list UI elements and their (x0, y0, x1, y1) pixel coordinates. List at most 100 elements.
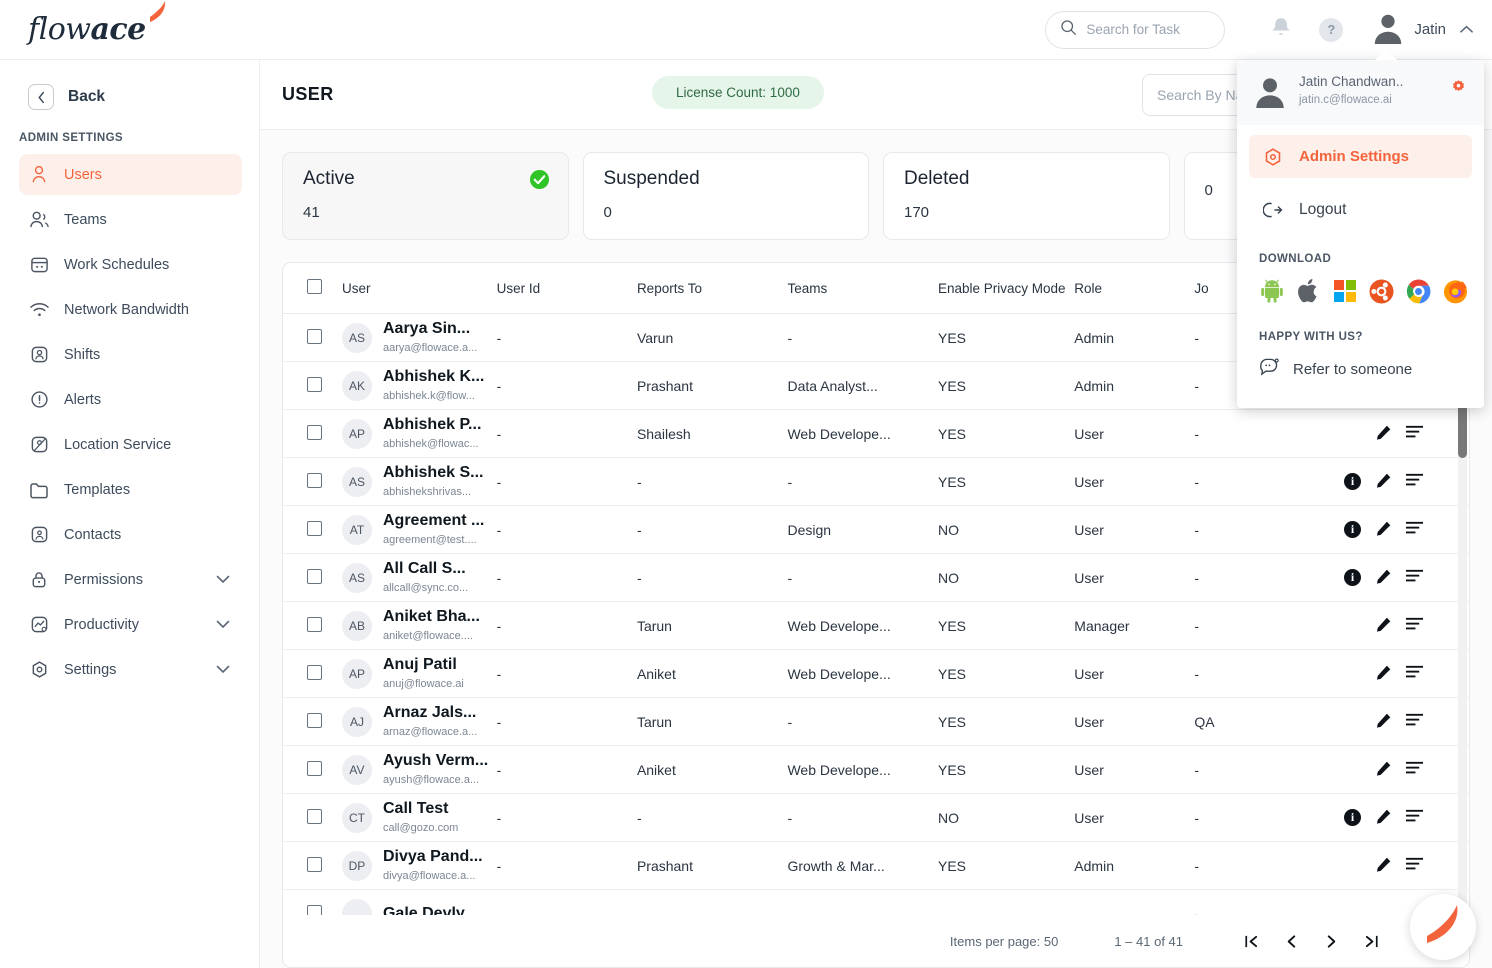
info-icon[interactable]: i (1344, 809, 1361, 826)
edit-icon[interactable] (1375, 712, 1392, 732)
info-icon[interactable]: i (1344, 521, 1361, 538)
sidebar-item-productivity[interactable]: Productivity (19, 604, 242, 645)
sidebar-item-location-service[interactable]: Location Service (19, 424, 242, 465)
sidebar-item-teams[interactable]: Teams (19, 199, 242, 240)
sidebar-item-network-bandwidth[interactable]: Network Bandwidth (19, 289, 242, 330)
row-checkbox[interactable] (307, 760, 322, 776)
sidebar-item-templates[interactable]: Templates (19, 469, 242, 510)
menu-list-icon[interactable] (1406, 425, 1423, 442)
cell-user-id: - (496, 553, 637, 602)
avatar[interactable] (1371, 10, 1405, 49)
header-teams[interactable]: Teams (787, 263, 938, 314)
table-row[interactable]: AB Aniket Bha... aniket@flowace.... - Ta… (283, 601, 1469, 650)
info-icon[interactable]: i (1344, 473, 1361, 490)
next-page-icon[interactable] (1311, 921, 1351, 961)
chrome-icon[interactable] (1406, 278, 1431, 309)
refer-to-someone[interactable]: Refer to someone (1259, 357, 1484, 382)
chevron-down-icon[interactable] (216, 616, 230, 634)
edit-icon[interactable] (1375, 664, 1392, 684)
edit-icon[interactable] (1375, 760, 1392, 780)
dropdown-logout[interactable]: Logout (1249, 188, 1472, 231)
sidebar-item-alerts[interactable]: Alerts (19, 379, 242, 420)
menu-list-icon[interactable] (1406, 713, 1423, 730)
ubuntu-icon[interactable] (1369, 278, 1394, 309)
info-icon[interactable]: i (1344, 569, 1361, 586)
table-row[interactable]: AS Abhishek S... abhishekshrivas... - - … (283, 457, 1469, 506)
edit-icon[interactable] (1375, 568, 1392, 588)
chevron-down-icon[interactable] (216, 571, 230, 589)
row-checkbox[interactable] (307, 808, 322, 824)
firefox-icon[interactable] (1443, 279, 1468, 309)
chevron-down-icon[interactable] (216, 661, 230, 679)
row-checkbox[interactable] (307, 856, 322, 872)
edit-icon[interactable] (1375, 424, 1392, 444)
gear-icon[interactable] (1450, 79, 1467, 101)
sidebar-item-work-schedules[interactable]: Work Schedules (19, 244, 242, 285)
dropdown-admin-settings[interactable]: Admin Settings (1249, 135, 1472, 178)
cell-role: User (1074, 457, 1195, 506)
table-row[interactable]: AS All Call S... allcall@sync.co... - - … (283, 553, 1469, 602)
sidebar-item-shifts[interactable]: Shifts (19, 334, 242, 375)
card-deleted[interactable]: Deleted 170 (883, 152, 1170, 240)
row-checkbox[interactable] (307, 712, 322, 728)
sidebar-item-users[interactable]: Users (19, 154, 242, 195)
back-button[interactable]: Back (0, 84, 259, 110)
table-row[interactable]: AP Anuj Patil anuj@flowace.ai - Aniket W… (283, 649, 1469, 698)
table-row[interactable]: CT Call Test call@gozo.com - - - NO User… (283, 793, 1469, 842)
menu-list-icon[interactable] (1406, 761, 1423, 778)
menu-list-icon[interactable] (1406, 617, 1423, 634)
sidebar-item-settings[interactable]: Settings (19, 649, 242, 690)
header-user[interactable]: User (341, 263, 497, 314)
row-checkbox[interactable] (307, 424, 322, 440)
row-checkbox[interactable] (307, 376, 322, 392)
edit-icon[interactable] (1375, 472, 1392, 492)
card-suspended[interactable]: Suspended 0 (582, 152, 869, 240)
menu-list-icon[interactable] (1406, 857, 1423, 874)
search-task-field[interactable] (1045, 10, 1226, 49)
header-reports-to[interactable]: Reports To (636, 263, 788, 314)
header-role[interactable]: Role (1074, 263, 1195, 314)
search-input[interactable] (1086, 22, 1207, 37)
edit-icon[interactable] (1375, 616, 1392, 636)
sidebar-item-contacts[interactable]: Contacts (19, 514, 242, 555)
table-row[interactable]: DP Divya Pand... divya@flowace.a... - Pr… (283, 841, 1469, 890)
cell-reports-to: Prashant (636, 841, 788, 890)
edit-icon[interactable] (1375, 856, 1392, 876)
help-icon[interactable]: ? (1319, 17, 1344, 42)
previous-page-icon[interactable] (1271, 921, 1311, 961)
card-active[interactable]: Active 41 (282, 152, 569, 240)
android-icon[interactable] (1259, 278, 1285, 309)
menu-list-icon[interactable] (1406, 521, 1423, 538)
menu-list-icon[interactable] (1406, 569, 1423, 586)
apple-icon[interactable] (1297, 278, 1321, 309)
edit-icon[interactable] (1375, 808, 1392, 828)
table-row[interactable]: AV Ayush Verm... ayush@flowace.a... - An… (283, 745, 1469, 794)
select-all-checkbox[interactable] (307, 279, 322, 294)
row-checkbox[interactable] (307, 520, 322, 536)
windows-icon[interactable] (1333, 279, 1357, 308)
menu-list-icon[interactable] (1406, 809, 1423, 826)
edit-icon[interactable] (1375, 520, 1392, 540)
cell-role: User (1074, 553, 1195, 602)
chevron-up-icon[interactable] (1459, 21, 1474, 39)
bell-icon[interactable] (1271, 16, 1291, 43)
sidebar-item-permissions[interactable]: Permissions (19, 559, 242, 600)
table-row[interactable]: AJ Arnaz Jals... arnaz@flowace.a... - Ta… (283, 697, 1469, 746)
last-page-icon[interactable] (1351, 921, 1391, 961)
row-checkbox[interactable] (307, 472, 322, 488)
row-checkbox[interactable] (307, 616, 322, 632)
first-page-icon[interactable] (1231, 921, 1271, 961)
menu-list-icon[interactable] (1406, 665, 1423, 682)
row-checkbox[interactable] (307, 664, 322, 680)
header-user-id[interactable]: User Id (496, 263, 637, 314)
brand-logo[interactable]: flow ace (28, 1, 169, 47)
support-fab-button[interactable] (1410, 894, 1476, 960)
row-checkbox[interactable] (307, 328, 322, 344)
user-name: All Call S... (382, 559, 466, 577)
table-row[interactable]: AT Agreement ... agreement@test.... - - … (283, 505, 1469, 554)
items-per-page-label[interactable]: Items per page: 50 (950, 934, 1058, 949)
menu-list-icon[interactable] (1406, 473, 1423, 490)
header-privacy-mode[interactable]: Enable Privacy Mode (938, 263, 1075, 314)
row-checkbox[interactable] (307, 568, 322, 584)
table-row[interactable]: AP Abhishek P... abhishek@flowac... - Sh… (283, 409, 1469, 458)
